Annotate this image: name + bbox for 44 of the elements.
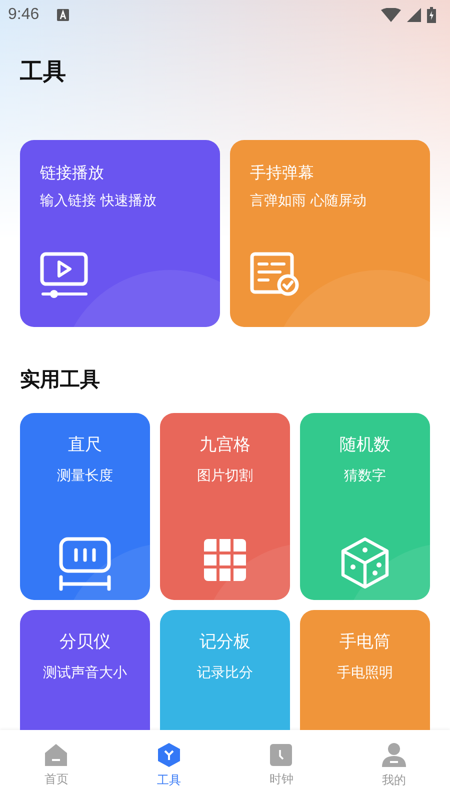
card-subtitle: 言弹如雨 心随屏动 — [250, 192, 368, 210]
card-title: 直尺 — [68, 434, 102, 457]
tool-card[interactable]: 分贝仪 测试声音大小 — [20, 610, 150, 730]
hexagon-icon — [156, 742, 181, 768]
tool-card[interactable]: 手电筒 手电照明 — [300, 610, 430, 730]
card-subtitle: 测量长度 — [57, 467, 113, 485]
ruler-icon — [58, 537, 112, 591]
card-subtitle: 猜数字 — [344, 467, 386, 485]
feature-card[interactable]: 手持弹幕 言弹如雨 心随屏动 — [230, 140, 430, 327]
grid-icon — [202, 537, 248, 583]
feature-card[interactable]: 链接播放 输入链接 快速播放 — [20, 140, 220, 327]
dice-icon — [340, 537, 390, 589]
card-subtitle: 图片切割 — [197, 467, 253, 485]
document-check-icon — [250, 252, 300, 298]
wifi-icon — [381, 8, 401, 22]
card-subtitle: 手电照明 — [337, 664, 393, 682]
nav-tab[interactable]: 工具 — [112, 730, 225, 800]
card-subtitle: 输入链接 快速播放 — [40, 192, 158, 210]
card-title: 手持弹幕 — [250, 162, 315, 184]
tool-card[interactable]: 直尺 测量长度 — [20, 413, 150, 600]
battery-icon — [427, 7, 436, 23]
card-subtitle: 测试声音大小 — [43, 664, 127, 682]
nav-tab[interactable]: 首页 — [0, 730, 112, 800]
card-title: 九宫格 — [200, 434, 250, 457]
card-title: 记分板 — [200, 631, 250, 654]
nav-tab[interactable]: 时钟 — [225, 730, 338, 800]
page-title: 工具 — [20, 58, 67, 87]
signal-icon — [407, 8, 421, 22]
keyboard-icon — [57, 9, 70, 21]
home-icon — [44, 742, 68, 766]
card-title: 手电筒 — [340, 631, 390, 654]
card-subtitle: 记录比分 — [197, 664, 253, 682]
card-title: 链接播放 — [40, 162, 105, 184]
tool-card[interactable]: 随机数 猜数字 — [300, 413, 430, 600]
card-title: 随机数 — [340, 434, 390, 457]
card-title: 分贝仪 — [60, 631, 110, 654]
video-player-icon — [40, 252, 90, 300]
status-time: 9:46 — [8, 6, 40, 24]
person-icon — [380, 742, 407, 768]
nav-tab[interactable]: 我的 — [338, 730, 450, 800]
clock-icon — [269, 742, 294, 766]
tool-card[interactable]: 九宫格 图片切割 — [160, 413, 290, 600]
tool-card[interactable]: 记分板 记录比分 — [160, 610, 290, 730]
section-title: 实用工具 — [20, 366, 101, 393]
